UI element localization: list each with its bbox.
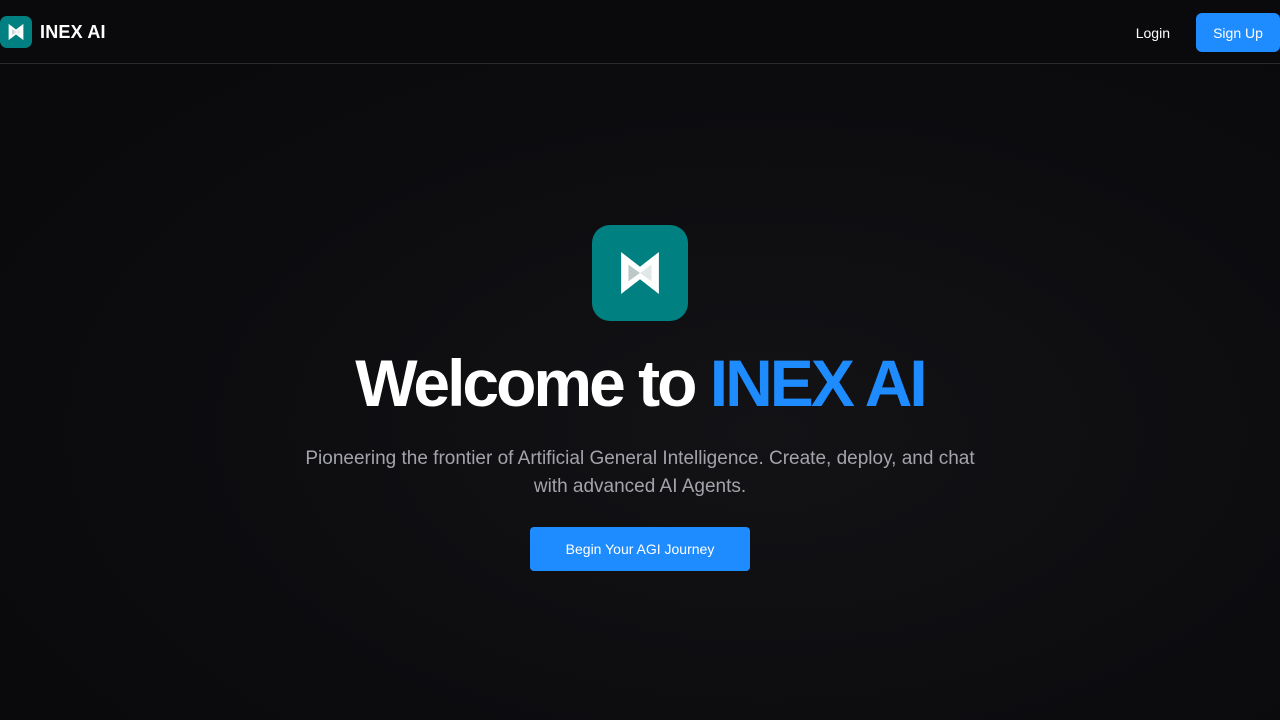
sign-up-button[interactable]: Sign Up (1196, 13, 1280, 52)
begin-journey-button[interactable]: Begin Your AGI Journey (530, 527, 750, 571)
brand[interactable]: INEX AI (0, 16, 106, 48)
hero-title-prefix: Welcome to (355, 346, 697, 420)
nav-actions: Login Sign Up (1118, 13, 1280, 52)
hero-subtitle-line: Pioneering the frontier of Artificial Ge… (305, 448, 975, 469)
inex-logo-glyph (8, 23, 24, 41)
inex-logo-icon (592, 225, 688, 321)
hero-title: Welcome to INEX AI (355, 346, 928, 420)
hero-title-accent: INEX AI (709, 346, 928, 420)
hero-subtitle: Pioneering the frontier of Artificial Ge… (280, 445, 1000, 501)
hero-section: Welcome to INEX AI Pioneering the fronti… (0, 225, 1280, 571)
inex-logo-glyph (621, 252, 659, 294)
hero-subtitle-line: with advanced AI Agents. (533, 476, 747, 497)
inex-logo-icon (0, 16, 32, 48)
top-navbar: INEX AI Login Sign Up (0, 0, 1280, 64)
brand-name: INEX AI (40, 21, 106, 42)
login-button[interactable]: Login (1118, 15, 1188, 51)
